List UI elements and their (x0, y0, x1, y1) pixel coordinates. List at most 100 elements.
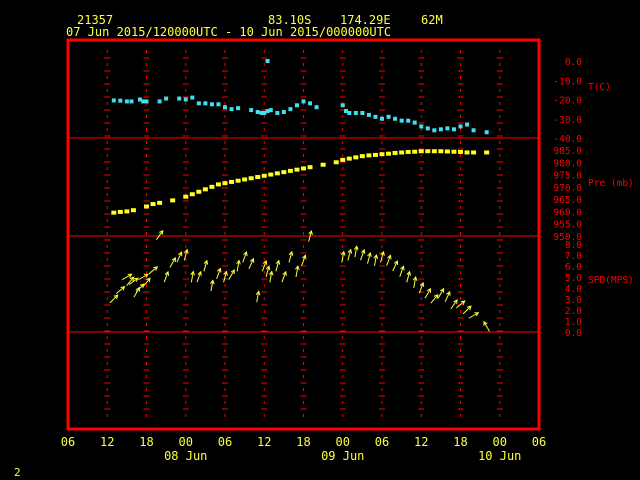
y-tick-label: -10.0 (553, 76, 582, 87)
y-tick-label: -30.0 (553, 115, 582, 126)
pressure-point (405, 149, 411, 154)
temperature-point (265, 59, 270, 63)
temperature-point (203, 101, 208, 106)
pressure-point (438, 149, 444, 154)
pressure-point (320, 162, 326, 167)
temperature-point (223, 105, 227, 110)
temperature-point (340, 103, 345, 108)
temperature-point (412, 120, 417, 125)
temperature-point (288, 107, 293, 112)
pressure-point (248, 176, 254, 181)
pressure-point (359, 154, 365, 159)
pressure-point (111, 210, 117, 215)
x-tick-label: 06 (375, 435, 389, 449)
temperature-point (425, 126, 430, 131)
y-tick-label: 3.0 (565, 295, 582, 306)
temperature-point (347, 110, 352, 115)
y-tick-label: 985.0 (553, 146, 582, 157)
y-tick-label: 6.0 (565, 262, 582, 273)
temperature-point (196, 101, 201, 106)
pressure-point (130, 208, 136, 213)
pressure-point (124, 209, 130, 214)
pressure-point (372, 152, 378, 157)
pressure-point (353, 155, 359, 160)
pressure-point (366, 153, 372, 158)
page-number: 2 (14, 466, 21, 479)
temperature-point (432, 128, 437, 133)
pressure-point (261, 173, 267, 178)
temperature-point (301, 99, 306, 104)
y-tick-label: 5.0 (565, 273, 582, 284)
x-tick-label: 06 (532, 435, 546, 449)
temperature-point (255, 110, 260, 115)
panel-label: T(C) (588, 82, 611, 93)
y-tick-label: 955.0 (553, 220, 582, 231)
pressure-point (170, 198, 176, 203)
temperature-point (465, 122, 470, 127)
panel-label: Pre (mb) (588, 178, 634, 189)
temperature-point (209, 102, 214, 107)
temperature-point (190, 95, 195, 100)
temperature-point (353, 110, 358, 115)
temperature-point (294, 103, 299, 108)
x-tick-label: 00 (336, 435, 350, 449)
pressure-point (222, 181, 228, 186)
pressure-point (268, 172, 274, 177)
temperature-point (118, 98, 123, 103)
temperature-point (236, 106, 241, 111)
temperature-point (268, 108, 273, 113)
pressure-point (346, 156, 352, 161)
pressure-point (144, 204, 149, 209)
pressure-point (229, 179, 235, 184)
pressure-point (444, 149, 450, 154)
temperature-point (471, 128, 476, 133)
pressure-point (157, 200, 163, 205)
temperature-point (406, 118, 411, 123)
x-day-label: 09 Jun (321, 449, 364, 463)
y-tick-label: 2.0 (565, 306, 582, 317)
pressure-point (412, 149, 418, 154)
pressure-point (458, 149, 463, 154)
temperature-point (484, 130, 489, 135)
pressure-point (196, 189, 202, 194)
temperature-point (216, 102, 221, 107)
temperature-point (281, 110, 286, 115)
x-tick-label: 18 (139, 435, 153, 449)
temperature-point (157, 99, 162, 104)
pressure-point (301, 166, 306, 171)
pressure-point (150, 202, 156, 207)
pressure-point (471, 150, 477, 155)
y-tick-label: 8.0 (565, 240, 582, 251)
temperature-point (144, 99, 149, 104)
x-tick-label: 06 (218, 435, 232, 449)
pressure-point (379, 152, 385, 157)
x-day-label: 10 Jun (478, 449, 521, 463)
temperature-point (249, 108, 254, 113)
temperature-point (393, 116, 398, 121)
temperature-point (373, 114, 378, 119)
pressure-point (215, 182, 221, 187)
temperature-point (380, 116, 384, 121)
pressure-point (294, 167, 300, 172)
x-tick-label: 00 (493, 435, 507, 449)
pressure-point (307, 165, 313, 170)
temperature-point (308, 101, 313, 106)
x-tick-label: 12 (257, 435, 271, 449)
x-day-label: 08 Jun (164, 449, 207, 463)
meteogram-chart: 0.0 -10.0 -20.0 -30.0 -40.0 T(C) 985.0980.0 975… (61, 38, 634, 463)
x-tick-label: 18 (296, 435, 310, 449)
pressure-point (287, 168, 293, 173)
y-tick-label: -40.0 (553, 134, 582, 145)
temperature-point (129, 99, 134, 104)
x-tick-label: 18 (453, 435, 467, 449)
pressure-point (281, 170, 287, 175)
y-tick-label: 960.0 (553, 207, 582, 218)
y-tick-label: 970.0 (553, 183, 582, 194)
pressure-point (189, 192, 195, 197)
wind-arrow-shaft (462, 305, 472, 315)
y-tick-label: 975.0 (553, 171, 582, 182)
temperature-point (399, 118, 404, 123)
temperature-point (438, 127, 443, 132)
temperature-point (111, 98, 116, 103)
x-tick-label: 12 (414, 435, 428, 449)
